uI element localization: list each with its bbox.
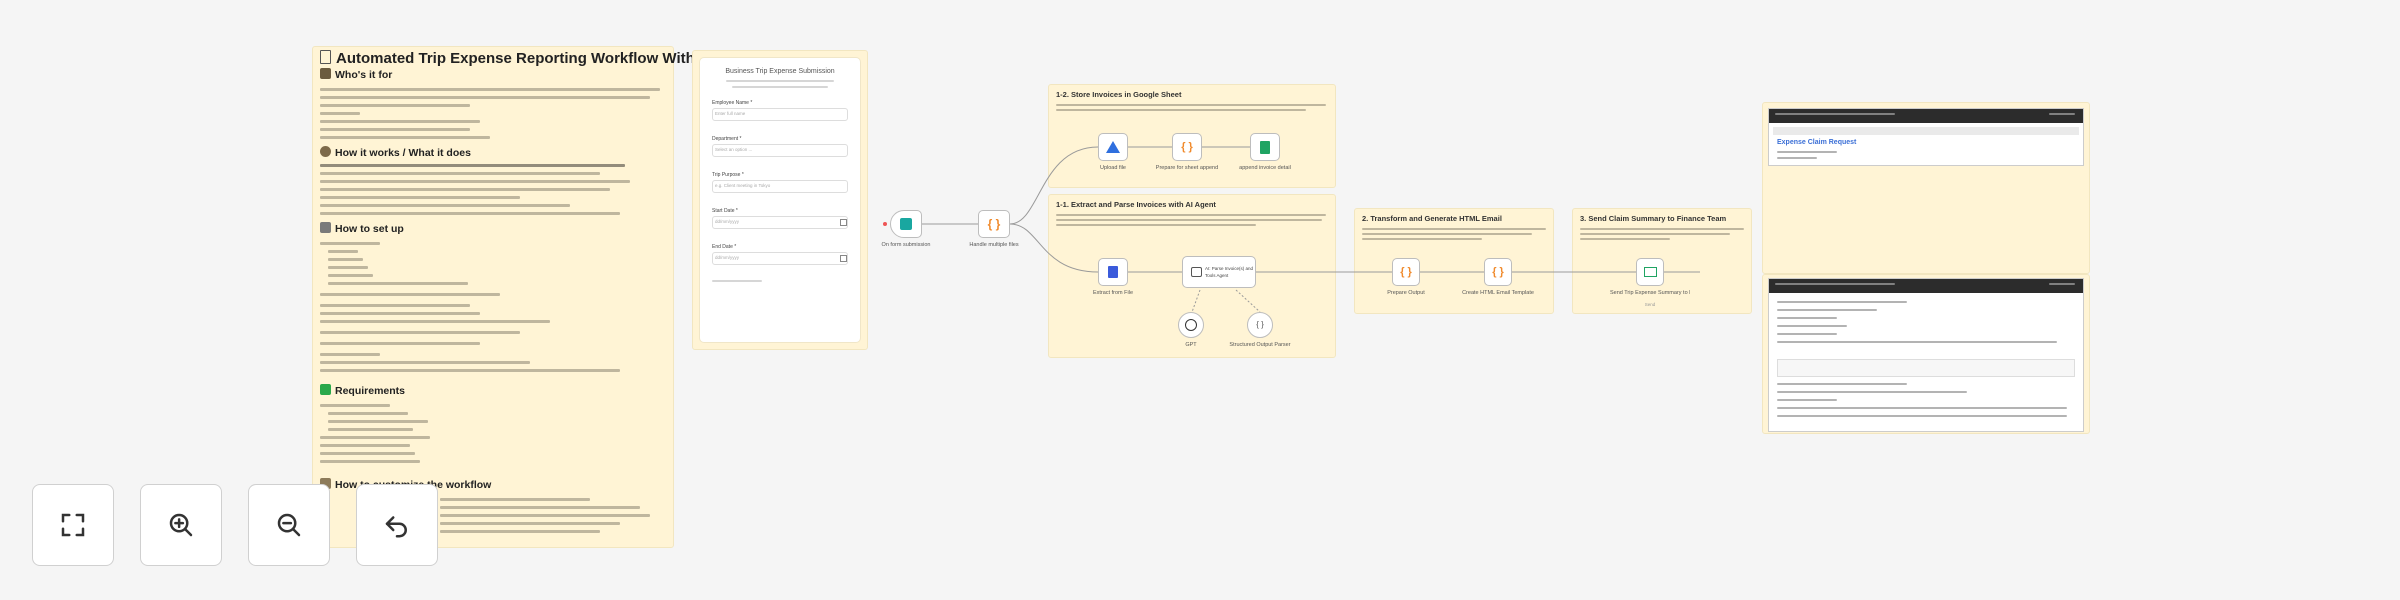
code-icon: { } (987, 217, 1001, 231)
group-send-title: 3. Send Claim Summary to Finance Team (1580, 214, 1727, 223)
workflow-canvas[interactable]: Automated Trip Expense Reporting Workflo… (0, 0, 2400, 600)
google-sheets-icon (1260, 140, 1270, 154)
fit-view-icon (61, 513, 85, 537)
send-email-node[interactable] (1636, 258, 1664, 286)
zoom-out-icon (277, 513, 301, 537)
wrench-icon (320, 222, 331, 233)
form-trigger-label: On form submission (881, 242, 931, 248)
field-label-name: Employee Name * (712, 100, 753, 106)
field-label-purpose: Trip Purpose * (712, 172, 744, 178)
prepare-sheet-node[interactable]: { } (1172, 133, 1202, 161)
aggregate-label: Prepare Output (1387, 290, 1425, 296)
checkmark-icon (320, 384, 331, 395)
section-how-works: How it works / What it does (320, 146, 471, 159)
field-label-start: Start Date * (712, 208, 738, 214)
html-template-node[interactable]: { } (1484, 258, 1512, 286)
gear-icon (320, 146, 331, 157)
form-icon (900, 218, 912, 230)
form-title: Business Trip Expense Submission (725, 68, 835, 75)
calendar-icon (840, 255, 847, 262)
person-icon (320, 68, 331, 79)
fit-view-button[interactable] (32, 484, 114, 566)
code-icon: { } (1400, 265, 1412, 278)
split-files-label: Handle multiple files (969, 242, 1019, 248)
field-label-department: Department * (712, 136, 742, 142)
code-icon: { } (1181, 140, 1193, 153)
email-heading-text: Expense Claim Request (1777, 139, 1857, 146)
group-extract-title: 1-1. Extract and Parse Invoices with AI … (1056, 200, 1216, 209)
append-sheet-node[interactable] (1250, 133, 1280, 161)
llm-node[interactable] (1178, 312, 1204, 338)
prepare-sheet-label: Prepare for sheet append (1155, 165, 1219, 171)
zoom-out-button[interactable] (248, 484, 330, 566)
calendar-icon (840, 219, 847, 226)
how-works-text (320, 164, 630, 220)
ai-agent-label: AI: Parse Invoice(s) and (1205, 266, 1254, 271)
parser-node[interactable]: { } (1247, 312, 1273, 338)
code-icon: { } (1492, 265, 1504, 278)
google-drive-icon (1106, 141, 1120, 153)
section-requirements: Requirements (320, 384, 405, 397)
email-preview-top: Expense Claim Request (1768, 108, 2084, 166)
split-files-node[interactable]: { } (978, 210, 1010, 238)
zoom-in-icon (169, 513, 193, 537)
extract-file-label: Extract from File (1092, 290, 1134, 296)
aggregate-node[interactable]: { } (1392, 258, 1420, 286)
receipt-icon (320, 50, 331, 64)
undo-icon (385, 516, 407, 538)
brackets-icon: { } (1256, 320, 1264, 329)
undo-button[interactable] (356, 484, 438, 566)
group-transform-title: 2. Transform and Generate HTML Email (1362, 214, 1502, 223)
file-extract-icon (1108, 266, 1118, 278)
field-label-end: End Date * (712, 244, 737, 250)
llm-label: GPT (1185, 342, 1197, 348)
send-email-sublabel: Send (1644, 302, 1656, 307)
email-icon (1643, 267, 1657, 277)
group-transform-email[interactable] (1354, 208, 1554, 314)
email-preview-bottom (1768, 278, 2084, 432)
upload-drive-node[interactable] (1098, 133, 1128, 161)
parser-label: Structured Output Parser (1229, 342, 1291, 348)
who-for-text (320, 88, 660, 144)
html-template-label: Create HTML Email Template (1462, 290, 1534, 296)
group-store-title: 1-2. Store Invoices in Google Sheet (1056, 90, 1182, 99)
section-who-for: Who's it for (320, 68, 392, 81)
openai-icon (1185, 319, 1197, 331)
how-setup-text (320, 242, 620, 377)
requirements-text (320, 404, 430, 468)
robot-icon (1191, 267, 1202, 277)
section-how-setup: How to set up (320, 222, 404, 235)
form-preview: Business Trip Expense Submission Employe… (700, 58, 860, 342)
customize-text (440, 498, 650, 538)
zoom-in-button[interactable] (140, 484, 222, 566)
append-sheet-label: append invoice detail (1239, 165, 1291, 171)
ai-agent-sublabel: Tools Agent (1205, 273, 1229, 278)
upload-drive-label: Upload file (1100, 165, 1126, 171)
extract-file-node[interactable] (1098, 258, 1128, 286)
send-email-label: Send Trip Expense Summary to Finance tea… (1610, 290, 1690, 296)
form-trigger-node[interactable] (890, 210, 922, 238)
ai-agent-node[interactable]: AI: Parse Invoice(s) and Tools Agent (1182, 256, 1256, 288)
